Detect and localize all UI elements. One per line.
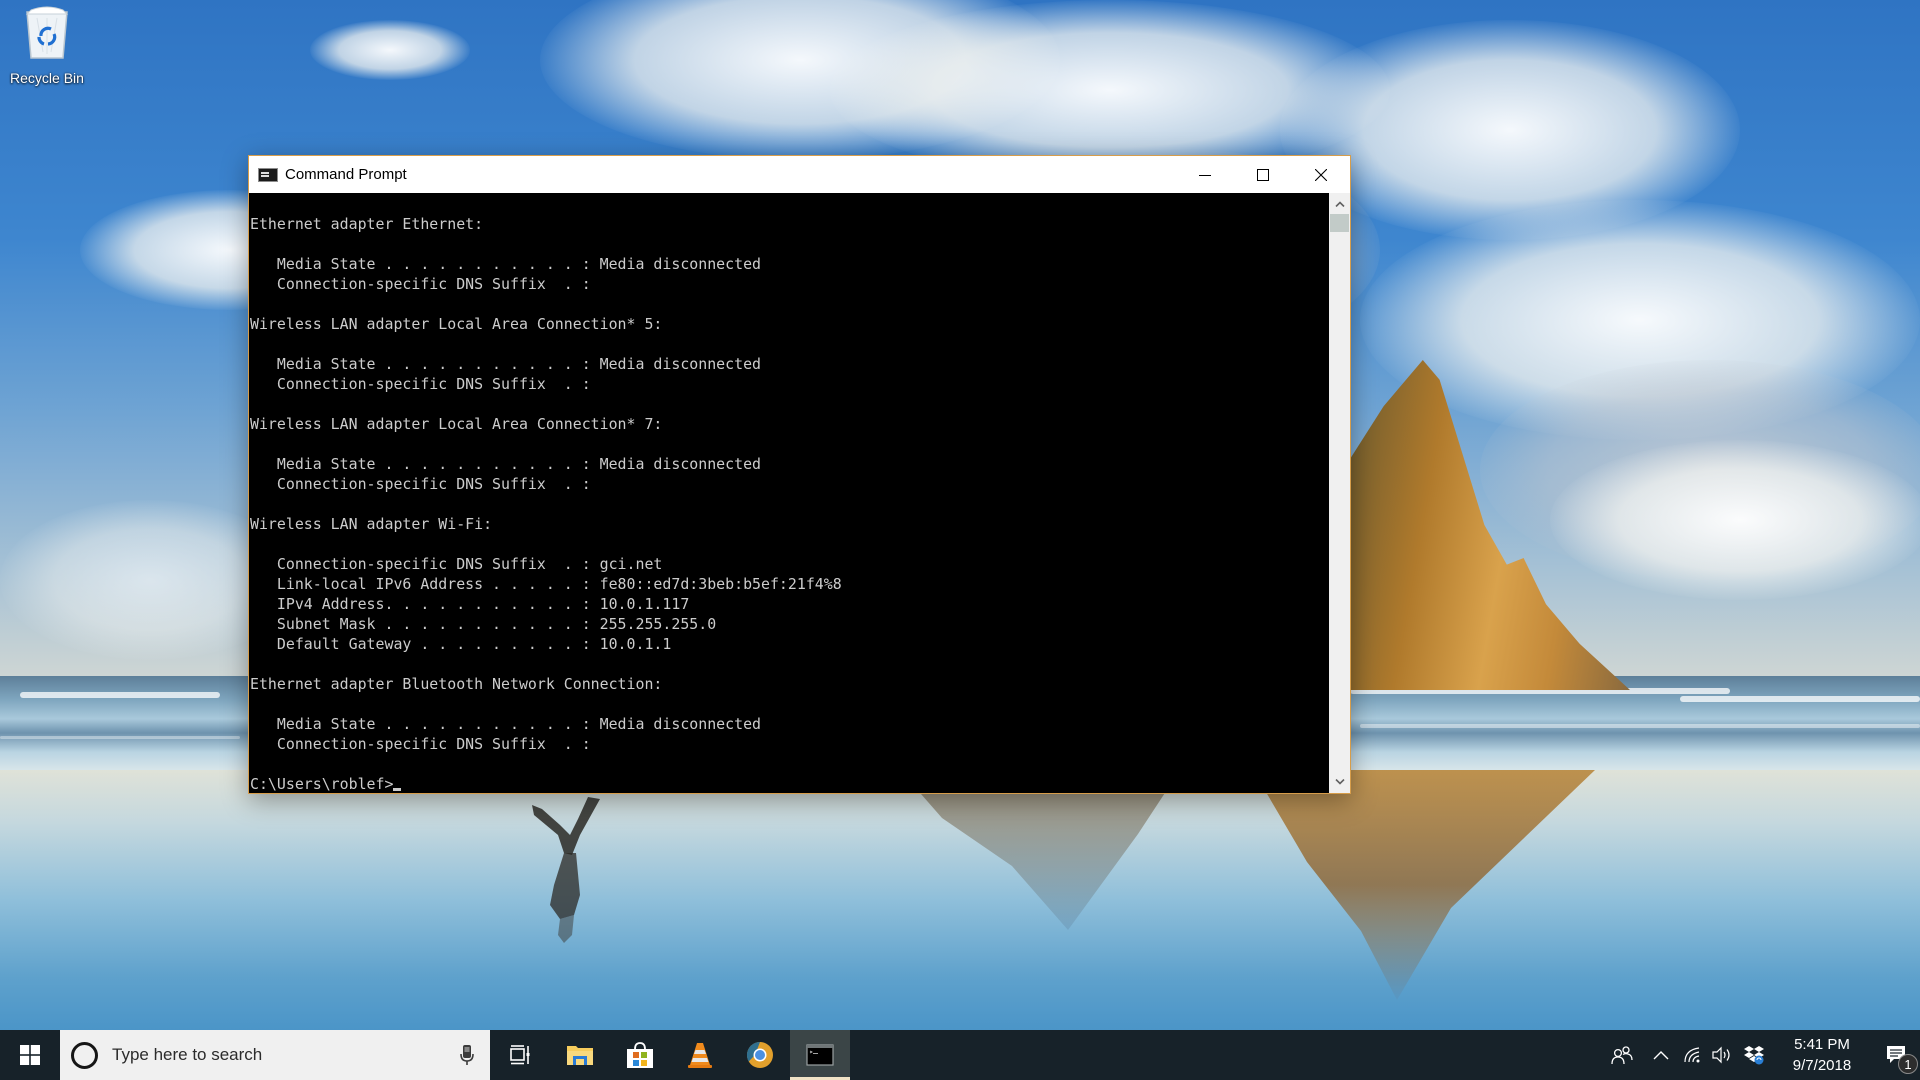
maximize-icon [1257,168,1269,181]
wallpaper-wave [1680,696,1920,702]
wallpaper-wave [1360,724,1920,728]
taskbar-clock[interactable]: 5:41 PM 9/7/2018 [1776,1034,1868,1076]
scroll-thumb[interactable] [1330,214,1349,232]
wallpaper-wave [20,692,220,698]
chevron-up-icon [1653,1051,1669,1060]
wallpaper-wave [0,736,240,739]
console-line: Ethernet adapter Ethernet: [250,215,484,233]
cmd-icon [258,167,278,182]
dropbox-button[interactable] [1738,1030,1770,1080]
close-button[interactable] [1292,156,1350,193]
console-prompt: C:\Users\roblef> [250,775,394,793]
system-tray: 5:41 PM 9/7/2018 1 [1600,1030,1920,1080]
wallpaper-cloud [310,20,470,80]
taskbar-chrome[interactable] [730,1030,790,1080]
show-hidden-icons-button[interactable] [1644,1030,1678,1080]
folder-icon [567,1046,593,1065]
taskbar: Type here to search 5:41 PM 9/7/2018 1 [0,1030,1920,1080]
recycle-bin-icon [23,6,71,60]
console-line: Connection-specific DNS Suffix . : [250,475,591,493]
people-icon [1611,1046,1633,1065]
network-button[interactable] [1678,1030,1708,1080]
console-line: Default Gateway . . . . . . . . . : 10.0… [250,635,672,653]
dropbox-icon [1744,1046,1764,1065]
clock-time: 5:41 PM [1794,1036,1850,1053]
people-button[interactable] [1600,1030,1644,1080]
window-titlebar[interactable]: Command Prompt [249,156,1350,193]
vertical-scrollbar[interactable] [1329,193,1350,793]
console-line: Media State . . . . . . . . . . . : Medi… [250,355,762,373]
wallpaper-person-reflection [532,797,600,943]
cortana-icon[interactable] [71,1041,98,1069]
minimize-icon [1199,174,1211,176]
console-line: Media State . . . . . . . . . . . : Medi… [250,255,762,273]
start-button[interactable] [0,1030,60,1080]
store-icon [627,1042,653,1068]
taskbar-file-explorer[interactable] [550,1030,610,1080]
console-line: Wireless LAN adapter Local Area Connecti… [250,315,663,333]
minimize-button[interactable] [1176,156,1234,193]
console-line: Ethernet adapter Bluetooth Network Conne… [250,675,663,693]
console-prompt-line[interactable]: C:\Users\roblef> [250,774,1329,793]
chevron-down-icon [1334,779,1345,785]
cmd-icon [806,1044,834,1066]
console-line: Media State . . . . . . . . . . . : Medi… [250,455,762,473]
console-line: Wireless LAN adapter Local Area Connecti… [250,415,663,433]
console-line: Connection-specific DNS Suffix . : gci.n… [250,555,663,573]
console-line: Connection-specific DNS Suffix . : [250,275,591,293]
microphone-icon[interactable] [460,1044,474,1066]
console-line: IPv4 Address. . . . . . . . . . . : 10.0… [250,595,690,613]
scroll-down-button[interactable] [1329,773,1350,791]
console-line: Link-local IPv6 Address . . . . . : fe80… [250,575,842,593]
search-placeholder: Type here to search [112,1045,263,1064]
task-view-icon [510,1045,530,1065]
windows-logo-icon [20,1045,40,1065]
wallpaper-cloud [1550,440,1920,600]
action-center-button[interactable]: 1 [1872,1030,1920,1080]
console-line: Connection-specific DNS Suffix . : [250,375,591,393]
vlc-cone-icon [688,1043,712,1068]
scroll-up-button[interactable] [1329,195,1350,213]
volume-button[interactable] [1708,1030,1738,1080]
clock-date: 9/7/2018 [1792,1057,1852,1074]
window-controls [1176,156,1350,193]
taskbar-vlc[interactable] [670,1030,730,1080]
text-cursor [393,788,402,791]
taskbar-search-box[interactable]: Type here to search [60,1030,490,1080]
console-line: Media State . . . . . . . . . . . : Medi… [250,715,762,733]
taskbar-task-view[interactable] [490,1030,550,1080]
window-title: Command Prompt [285,166,407,183]
console-line: Wireless LAN adapter Wi-Fi: [250,515,493,533]
volume-icon [1712,1046,1730,1064]
taskbar-command-prompt[interactable] [790,1030,850,1080]
taskbar-microsoft-store[interactable] [610,1030,670,1080]
console-output[interactable]: Ethernet adapter Ethernet: Media State .… [249,193,1329,793]
desktop-icon-recycle-bin[interactable]: Recycle Bin [4,6,90,86]
close-icon [1315,168,1327,181]
maximize-button[interactable] [1234,156,1292,193]
chevron-up-icon [1334,201,1345,207]
chrome-icon [746,1041,773,1068]
console-line: Subnet Mask . . . . . . . . . . . : 255.… [250,615,717,633]
notification-count-badge: 1 [1898,1054,1918,1074]
console-line: Connection-specific DNS Suffix . : [250,735,591,753]
desktop-icon-label: Recycle Bin [10,70,84,86]
command-prompt-window[interactable]: Command Prompt Ethernet adapter Ethernet… [248,155,1351,794]
wifi-icon [1684,1047,1700,1063]
